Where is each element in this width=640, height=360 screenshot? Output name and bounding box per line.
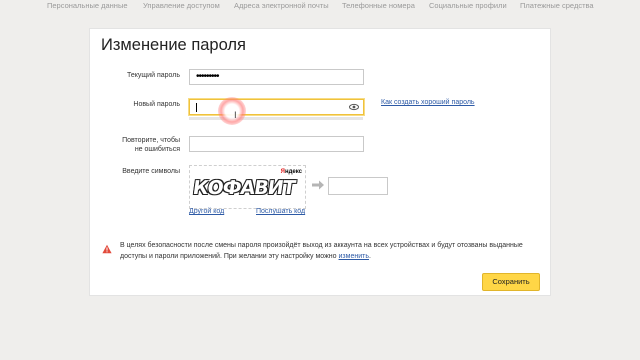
text-cursor-icon: I: [234, 111, 237, 121]
nav-payment-methods[interactable]: Платежные средства: [520, 1, 594, 10]
eye-icon[interactable]: [349, 102, 359, 112]
repeat-label-line1: Повторите, чтобы: [122, 137, 180, 144]
nav-access-management[interactable]: Управление доступом: [143, 1, 220, 10]
current-password-value: •••••••••: [196, 71, 219, 82]
good-password-link[interactable]: Как создать хороший пароль: [381, 99, 475, 106]
repeat-password-input[interactable]: [189, 136, 364, 152]
listen-code-link[interactable]: Послушать код: [256, 208, 305, 215]
new-password-label: Новый пароль: [133, 101, 180, 108]
current-password-label: Текущий пароль: [127, 72, 180, 79]
click-highlight: [218, 97, 246, 125]
nav-email-addresses[interactable]: Адреса электронной почты: [234, 1, 329, 10]
repeat-password-label: Повторите, чтобы не ошибиться: [90, 136, 180, 154]
captcha-label: Введите символы: [122, 168, 180, 175]
nav-personal-data[interactable]: Персональные данные: [47, 1, 128, 10]
warning-icon: [102, 241, 112, 254]
captcha-input[interactable]: [328, 177, 388, 195]
top-navigation: Персональные данные Управление доступом …: [0, 0, 640, 14]
captcha-text: КОФАВИТ: [191, 177, 297, 199]
change-setting-link[interactable]: изменить: [339, 253, 369, 260]
password-strength-bar: [189, 117, 363, 120]
captcha-brand-logo: Яндекс: [280, 169, 302, 175]
text-caret: [196, 103, 197, 112]
arrow-right-icon: [311, 179, 325, 193]
security-warning-text: В целях безопасности после смены пароля …: [120, 242, 523, 260]
other-code-link[interactable]: Другой код: [189, 208, 224, 215]
repeat-label-line2: не ошибиться: [134, 146, 180, 153]
current-password-input[interactable]: •••••••••: [189, 69, 364, 85]
change-password-card: Изменение пароля Текущий пароль ••••••••…: [89, 28, 551, 296]
page-title: Изменение пароля: [101, 36, 246, 54]
new-password-input[interactable]: [189, 99, 364, 115]
save-button[interactable]: Сохранить: [482, 273, 540, 291]
nav-social-profiles[interactable]: Социальные профили: [429, 1, 507, 10]
captcha-image: Яндекс КОФАВИТ: [189, 165, 306, 209]
nav-phone-numbers[interactable]: Телефонные номера: [342, 1, 415, 10]
